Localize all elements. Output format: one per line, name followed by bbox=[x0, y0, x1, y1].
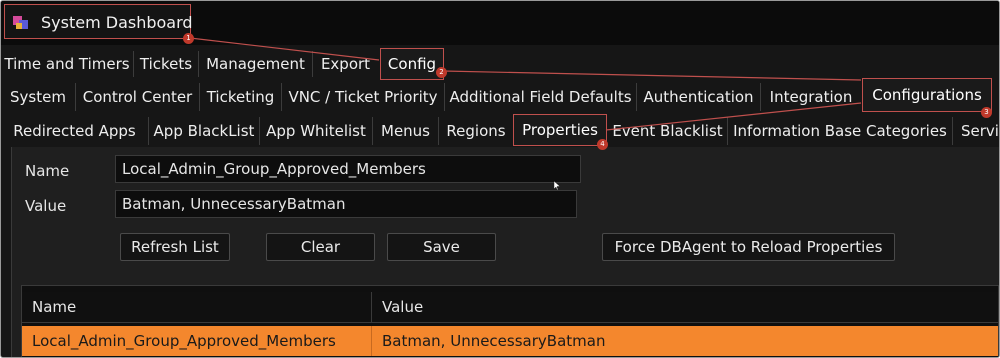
name-field[interactable] bbox=[115, 155, 581, 183]
tab-event-blacklist[interactable]: Event Blacklist bbox=[608, 117, 728, 145]
tab-system[interactable]: System bbox=[1, 83, 76, 111]
properties-table: Name Value Local_Admin_Group_Approved_Me… bbox=[21, 285, 999, 357]
column-header-value[interactable]: Value bbox=[372, 292, 998, 322]
tab-properties[interactable]: Properties bbox=[513, 114, 607, 146]
app-icon bbox=[13, 16, 28, 29]
tab-redirected-apps[interactable]: Redirected Apps bbox=[1, 117, 149, 145]
annotation-marker-3: 3 bbox=[981, 107, 992, 118]
tabbar-level2: System Control Center Ticketing VNC / Ti… bbox=[1, 78, 999, 112]
clear-button[interactable]: Clear bbox=[266, 233, 375, 261]
tab-tickets[interactable]: Tickets bbox=[134, 51, 199, 77]
tab-menus[interactable]: Menus bbox=[373, 117, 439, 145]
tab-time-and-timers[interactable]: Time and Timers bbox=[1, 51, 134, 77]
tab-management[interactable]: Management bbox=[199, 51, 313, 77]
tab-control-center[interactable]: Control Center bbox=[76, 83, 200, 111]
table-row[interactable]: Local_Admin_Group_Approved_Members Batma… bbox=[22, 326, 998, 356]
tab-config[interactable]: Config bbox=[380, 48, 444, 80]
annotation-marker-4: 4 bbox=[597, 139, 608, 150]
tab-export[interactable]: Export bbox=[313, 51, 378, 77]
value-field[interactable] bbox=[115, 190, 577, 218]
tab-information-base-categories[interactable]: Information Base Categories bbox=[728, 117, 953, 145]
title-bar: System Dashboard bbox=[1, 1, 999, 45]
tab-regions[interactable]: Regions bbox=[439, 117, 513, 145]
value-label: Value bbox=[25, 197, 67, 215]
tabbar-level1: Time and Timers Tickets Management Expor… bbox=[1, 48, 999, 80]
tab-ticketing[interactable]: Ticketing bbox=[200, 83, 282, 111]
mouse-cursor-icon bbox=[554, 181, 560, 190]
table-header: Name Value bbox=[22, 292, 998, 323]
app-window: System Dashboard Time and Timers Tickets… bbox=[0, 0, 1000, 358]
tab-services-truncated[interactable]: Servi bbox=[953, 117, 999, 145]
row-value-cell: Batman, UnnecessaryBatman bbox=[382, 332, 606, 350]
annotation-marker-1: 1 bbox=[183, 33, 194, 44]
force-reload-button[interactable]: Force DBAgent to Reload Properties bbox=[602, 233, 895, 261]
annotation-marker-2: 2 bbox=[436, 67, 447, 78]
tab-app-whitelist[interactable]: App Whitelist bbox=[260, 117, 373, 145]
window-title: System Dashboard bbox=[41, 13, 193, 32]
tab-authentication[interactable]: Authentication bbox=[637, 83, 761, 111]
tab-integration[interactable]: Integration bbox=[761, 83, 861, 111]
tab-additional-field-defaults[interactable]: Additional Field Defaults bbox=[445, 83, 637, 111]
title-highlight: System Dashboard bbox=[4, 4, 193, 39]
tabbar-level3: Redirected Apps App BlackList App Whitel… bbox=[1, 114, 999, 146]
row-name-cell: Local_Admin_Group_Approved_Members bbox=[22, 326, 372, 356]
save-button[interactable]: Save bbox=[387, 233, 496, 261]
name-label: Name bbox=[25, 162, 70, 180]
tab-configurations[interactable]: Configurations bbox=[862, 78, 992, 112]
tab-vnc-ticket-priority[interactable]: VNC / Ticket Priority bbox=[282, 83, 445, 111]
column-header-name[interactable]: Name bbox=[22, 292, 372, 322]
tab-app-blacklist[interactable]: App BlackList bbox=[149, 117, 260, 145]
refresh-list-button[interactable]: Refresh List bbox=[120, 233, 230, 261]
